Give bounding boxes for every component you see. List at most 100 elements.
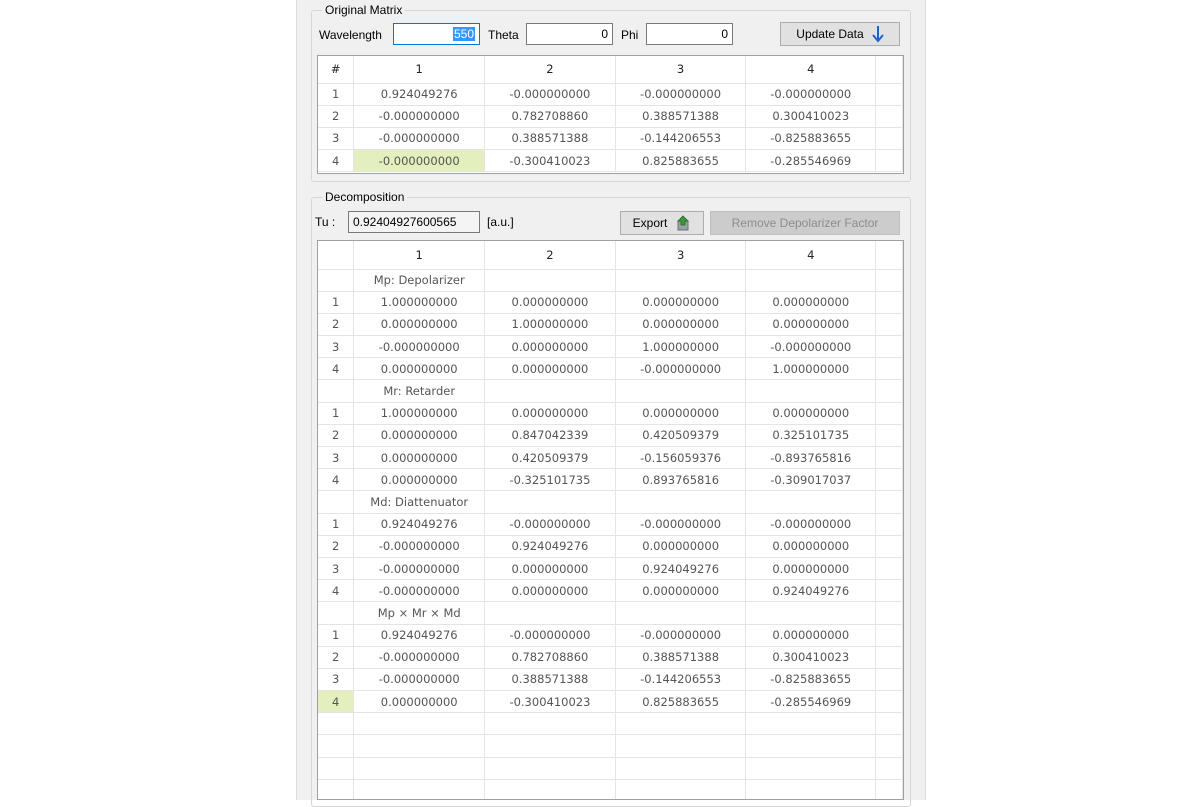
empty-cell[interactable] [484, 734, 616, 758]
matrix-cell[interactable]: -0.144206553 [615, 668, 747, 692]
matrix-cell[interactable]: -0.893765816 [745, 446, 877, 470]
row-header[interactable]: 2 [318, 424, 355, 448]
matrix-cell[interactable]: 0.782708860 [484, 646, 616, 669]
column-header[interactable]: # [318, 56, 355, 84]
empty-cell[interactable] [615, 757, 747, 780]
decomposition-grid[interactable]: 1 2 3 4 Mp: Depolarizer 1 1.000000000 0.0000000… [317, 240, 904, 800]
matrix-cell[interactable]: 0.924049276 [353, 83, 486, 106]
row-header[interactable]: 1 [318, 513, 355, 536]
table-row[interactable]: 1 1.000000000 0.000000000 0.000000000 0.0000… [318, 402, 903, 425]
row-header[interactable]: 4 [318, 149, 355, 173]
row-header[interactable]: 2 [318, 105, 355, 128]
matrix-cell[interactable]: 0.388571388 [484, 127, 616, 151]
matrix-cell[interactable]: 0.825883655 [615, 690, 747, 714]
matrix-cell[interactable]: 0.000000000 [353, 690, 486, 714]
matrix-cell[interactable]: 0.893765816 [615, 468, 747, 492]
row-header[interactable]: 1 [318, 291, 355, 314]
matrix-cell[interactable]: 0.325101735 [745, 424, 877, 448]
matrix-cell[interactable]: 0.300410023 [745, 646, 877, 669]
matrix-cell[interactable]: 1.000000000 [745, 357, 877, 381]
empty-cell[interactable] [353, 757, 486, 780]
row-header[interactable]: 4 [318, 579, 355, 603]
row-header[interactable]: 3 [318, 446, 355, 470]
matrix-cell[interactable]: -0.000000000 [484, 513, 616, 536]
table-row[interactable]: 4 0.000000000 -0.300410023 0.825883655 -0.28… [318, 690, 903, 714]
row-header[interactable]: 4 [318, 690, 355, 714]
matrix-cell[interactable]: 0.000000000 [745, 624, 877, 647]
row-header[interactable]: 3 [318, 668, 355, 692]
matrix-cell[interactable]: 0.782708860 [484, 105, 616, 128]
matrix-cell[interactable]: -0.000000000 [353, 668, 486, 692]
table-row[interactable]: 1 0.924049276 -0.000000000 -0.000000000 -0.0… [318, 83, 903, 106]
section-title[interactable]: Mp × Mr × Md [353, 601, 486, 625]
matrix-cell[interactable]: 0.000000000 [615, 535, 747, 558]
empty-cell[interactable] [318, 757, 355, 780]
matrix-cell[interactable]: -0.285546969 [745, 149, 877, 173]
matrix-cell[interactable]: 0.000000000 [353, 357, 486, 381]
matrix-cell[interactable]: 0.000000000 [484, 402, 616, 425]
row-header[interactable] [318, 269, 355, 292]
matrix-cell[interactable]: 0.000000000 [353, 446, 486, 470]
column-header[interactable]: 3 [615, 241, 747, 270]
table-row[interactable]: 4 -0.000000000 -0.300410023 0.825883655 -0.2… [318, 149, 903, 173]
row-header[interactable]: 2 [318, 313, 355, 337]
row-header[interactable]: 1 [318, 402, 355, 425]
matrix-cell[interactable]: 0.388571388 [615, 105, 747, 128]
empty-cell[interactable] [745, 757, 877, 780]
matrix-cell[interactable]: -0.000000000 [615, 357, 747, 381]
table-row[interactable]: 4 0.000000000 -0.325101735 0.893765816 -0.30… [318, 468, 903, 492]
row-header[interactable]: 1 [318, 624, 355, 647]
matrix-cell[interactable]: 0.000000000 [484, 557, 616, 581]
matrix-cell[interactable]: -0.000000000 [353, 105, 486, 128]
table-row[interactable]: 2 -0.000000000 0.782708860 0.388571388 0.300… [318, 646, 903, 669]
matrix-cell[interactable] [484, 379, 616, 403]
empty-cell[interactable] [484, 779, 616, 799]
empty-cell[interactable] [318, 779, 355, 799]
table-row[interactable]: 3 -0.000000000 0.388571388 -0.144206553 -0.8… [318, 127, 903, 151]
section-title[interactable]: Mr: Retarder [353, 379, 486, 403]
matrix-cell[interactable] [745, 490, 877, 514]
table-row[interactable]: 4 -0.000000000 0.000000000 0.000000000 0.924… [318, 579, 903, 603]
original-matrix-grid[interactable]: #1 2 3 4 1 0.924049276 -0.000000000 -0.00000000… [317, 55, 904, 174]
table-row[interactable]: 4 0.000000000 0.000000000 -0.000000000 1.000… [318, 357, 903, 381]
matrix-cell[interactable]: 0.000000000 [353, 468, 486, 492]
table-row[interactable]: 3 -0.000000000 0.000000000 1.000000000 -0.00… [318, 335, 903, 359]
matrix-cell[interactable]: 0.000000000 [745, 557, 877, 581]
column-header[interactable]: 4 [745, 56, 877, 84]
table-row[interactable]: 3 0.000000000 0.420509379 -0.156059376 -0.89… [318, 446, 903, 470]
matrix-cell[interactable]: 0.924049276 [353, 513, 486, 536]
row-header[interactable] [318, 379, 355, 403]
matrix-cell[interactable]: -0.000000000 [353, 149, 486, 173]
matrix-cell[interactable]: -0.000000000 [615, 83, 747, 106]
empty-cell[interactable] [484, 757, 616, 780]
matrix-cell[interactable]: -0.000000000 [353, 127, 486, 151]
matrix-cell[interactable]: -0.000000000 [745, 83, 877, 106]
table-row[interactable]: 2 -0.000000000 0.782708860 0.388571388 0.300… [318, 105, 903, 128]
section-title[interactable]: Md: Diattenuator [353, 490, 486, 514]
matrix-cell[interactable]: 0.000000000 [745, 402, 877, 425]
matrix-cell[interactable]: -0.300410023 [484, 690, 616, 714]
empty-cell[interactable] [615, 734, 747, 758]
matrix-cell[interactable]: 0.000000000 [745, 291, 877, 314]
matrix-cell[interactable]: -0.825883655 [745, 668, 877, 692]
row-header[interactable]: 4 [318, 468, 355, 492]
matrix-cell[interactable]: -0.000000000 [484, 624, 616, 647]
row-header[interactable]: 2 [318, 646, 355, 669]
matrix-cell[interactable]: 1.000000000 [353, 402, 486, 425]
matrix-cell[interactable]: 0.924049276 [615, 557, 747, 581]
matrix-cell[interactable]: 0.000000000 [745, 313, 877, 337]
empty-cell[interactable] [484, 712, 616, 736]
table-row[interactable]: 3 -0.000000000 0.388571388 -0.144206553 -0.8… [318, 668, 903, 692]
section-title[interactable]: Mp: Depolarizer [353, 269, 486, 292]
column-header[interactable]: 2 [484, 56, 616, 84]
matrix-cell[interactable] [615, 601, 747, 625]
matrix-cell[interactable]: -0.000000000 [745, 335, 877, 359]
matrix-cell[interactable]: 0.000000000 [484, 357, 616, 381]
empty-cell[interactable] [615, 712, 747, 736]
empty-cell[interactable] [353, 712, 486, 736]
remove-depolarizer-button[interactable]: Remove Depolarizer Factor [710, 211, 900, 235]
row-header[interactable]: 2 [318, 535, 355, 558]
table-row[interactable]: 2 0.000000000 1.000000000 0.000000000 0.0000… [318, 313, 903, 337]
empty-cell[interactable] [353, 734, 486, 758]
matrix-cell[interactable]: 0.000000000 [484, 579, 616, 603]
